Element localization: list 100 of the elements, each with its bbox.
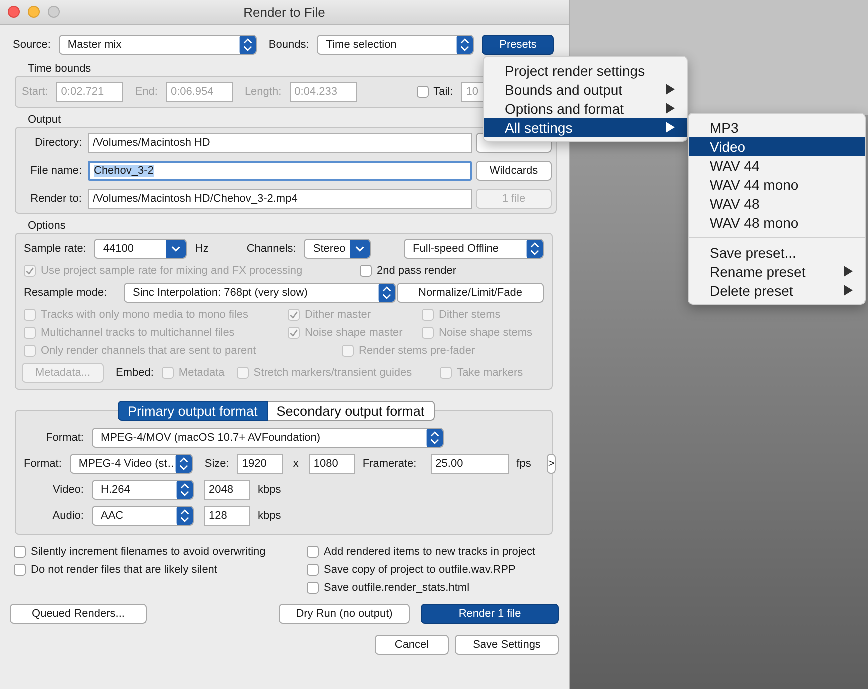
checkbox[interactable] [307, 564, 319, 576]
field-label: Format: [24, 458, 62, 470]
zoom-button[interactable] [48, 6, 60, 18]
menu-item[interactable]: All settings [484, 118, 687, 137]
framerate-field[interactable]: 25.00 [430, 454, 509, 474]
field-label: Bounds: [268, 39, 310, 51]
times-label: x [293, 458, 299, 470]
field-label: Render to: [30, 193, 82, 205]
menu-item[interactable]: Options and format [484, 99, 687, 118]
menu-item[interactable]: Save preset... [689, 243, 865, 262]
checkbox-label: Dither master [305, 309, 372, 321]
bounds-select[interactable]: Time selection [317, 35, 474, 55]
checkbox-label: Use project sample rate for mixing and FX processing [41, 265, 303, 277]
text-field[interactable]: Chehov_3-2 [88, 161, 472, 181]
checkbox-label: Add rendered items to new tracks in project [324, 546, 536, 558]
resample-mode-select[interactable]: Sinc Interpolation: 768pt (very slow) [124, 283, 396, 303]
render-button[interactable]: Render 1 file [421, 604, 559, 624]
field-label: Embed: [116, 367, 154, 379]
unit-label: Hz [195, 243, 209, 255]
checkbox-label: Tail: [434, 86, 454, 98]
checkbox-label: Multichannel tracks to multichannel files [41, 327, 235, 339]
up-down-arrows-icon [238, 36, 256, 54]
sample-rate-combo[interactable]: 44100 [94, 239, 188, 259]
field-label: Resample mode: [24, 287, 108, 299]
chevron-down-icon [165, 240, 186, 258]
field-label: Video: [52, 484, 84, 496]
text-field[interactable]: /Volumes/Macintosh HD/Chehov_3-2.mp4 [88, 189, 472, 209]
checkbox[interactable] [360, 265, 372, 277]
bitrate-field[interactable]: 128 [204, 506, 250, 526]
menu-item[interactable]: Delete preset [689, 281, 865, 300]
menu-item[interactable]: Project render settings [484, 61, 687, 80]
checkbox-label: Noise shape stems [439, 327, 533, 339]
dry-run-button[interactable]: Dry Run (no output) [279, 604, 410, 624]
checkbox-label: Save copy of project to outfile.wav.RPP [324, 564, 516, 576]
normalize-button[interactable]: Normalize/Limit/Fade [397, 283, 544, 303]
cancel-button[interactable]: Cancel [375, 635, 449, 655]
checkbox-label: 2nd pass render [377, 265, 456, 277]
group-title: Output [28, 114, 62, 126]
field-label: Directory: [34, 137, 82, 149]
text-field[interactable]: /Volumes/Macintosh HD [88, 133, 472, 153]
close-button[interactable] [8, 6, 20, 18]
format-select[interactable]: MPEG-4/MOV (macOS 10.7+ AVFoundation) [92, 428, 444, 448]
menu-item[interactable]: Rename preset [689, 262, 865, 281]
field-label: Size: [204, 458, 230, 470]
group-title: Time bounds [28, 63, 92, 75]
channels-combo[interactable]: Stereo [304, 239, 372, 259]
bitrate-field[interactable]: 2048 [204, 480, 250, 500]
field-label: Framerate: [362, 458, 417, 470]
output-button[interactable]: Wildcards [476, 161, 552, 181]
chevron-down-icon [349, 240, 370, 258]
unit-label: fps [516, 458, 532, 470]
field-label: Channels: [246, 243, 296, 255]
checkbox-label: Noise shape master [305, 327, 403, 339]
video-codec-select[interactable]: H.264 [92, 480, 194, 500]
menu-item[interactable]: WAV 44 [689, 156, 865, 175]
window-title: Render to File [244, 4, 326, 20]
field-label: Audio: [52, 510, 84, 522]
submenu-arrow-icon [666, 122, 675, 133]
render-speed-select[interactable]: Full-speed Offline [404, 239, 544, 259]
submenu-arrow-icon [666, 103, 675, 114]
checkbox-label: Tracks with only mono media to mono files [41, 309, 248, 321]
menu-item[interactable]: MP3 [689, 118, 865, 137]
menu-item[interactable]: WAV 44 mono [689, 175, 865, 194]
up-down-arrows-icon [456, 36, 474, 54]
container-select[interactable]: MPEG-4 Video (st… [70, 454, 193, 474]
submenu-arrow-icon [844, 285, 853, 296]
checkbox-label: Metadata [178, 367, 225, 379]
checkbox[interactable] [14, 546, 26, 558]
field-label: Start: [22, 86, 48, 98]
checkbox[interactable] [307, 582, 319, 594]
width-field[interactable]: 1920 [237, 454, 284, 474]
menu-item[interactable]: WAV 48 [689, 194, 865, 213]
save-settings-button[interactable]: Save Settings [455, 635, 559, 655]
up-down-arrows-icon [426, 429, 443, 447]
checkbox[interactable] [14, 564, 26, 576]
up-down-arrows-icon [176, 507, 193, 525]
unit-label: kbps [258, 510, 282, 522]
unit-label: kbps [258, 484, 282, 496]
presets-button[interactable]: Presets [482, 35, 554, 55]
source-select[interactable]: Master mix [58, 35, 257, 55]
field-label: Format: [45, 432, 84, 444]
height-field[interactable]: 1080 [308, 454, 355, 474]
minimize-button[interactable] [28, 6, 40, 18]
submenu-arrow-icon [666, 84, 675, 95]
more-button[interactable]: > [547, 454, 556, 474]
queued-renders-button[interactable]: Queued Renders... [10, 604, 147, 624]
format-tab[interactable]: Secondary output format [268, 401, 435, 421]
audio-codec-select[interactable]: AAC [92, 506, 194, 526]
field-label: End: [135, 86, 158, 98]
menu-item[interactable]: WAV 48 mono [689, 213, 865, 232]
menu-item[interactable]: Video [689, 137, 865, 156]
group-title: Options [28, 220, 66, 232]
checkbox-label: Save outfile.render_stats.html [324, 582, 470, 594]
checkbox-label: Dither stems [439, 309, 501, 321]
format-tab[interactable]: Primary output format [118, 401, 268, 421]
up-down-arrows-icon [378, 284, 395, 302]
up-down-arrows-icon [176, 481, 193, 499]
field-label: Length: [244, 86, 282, 98]
checkbox-label: Render stems pre-fader [359, 345, 476, 357]
checkbox[interactable] [307, 546, 319, 558]
